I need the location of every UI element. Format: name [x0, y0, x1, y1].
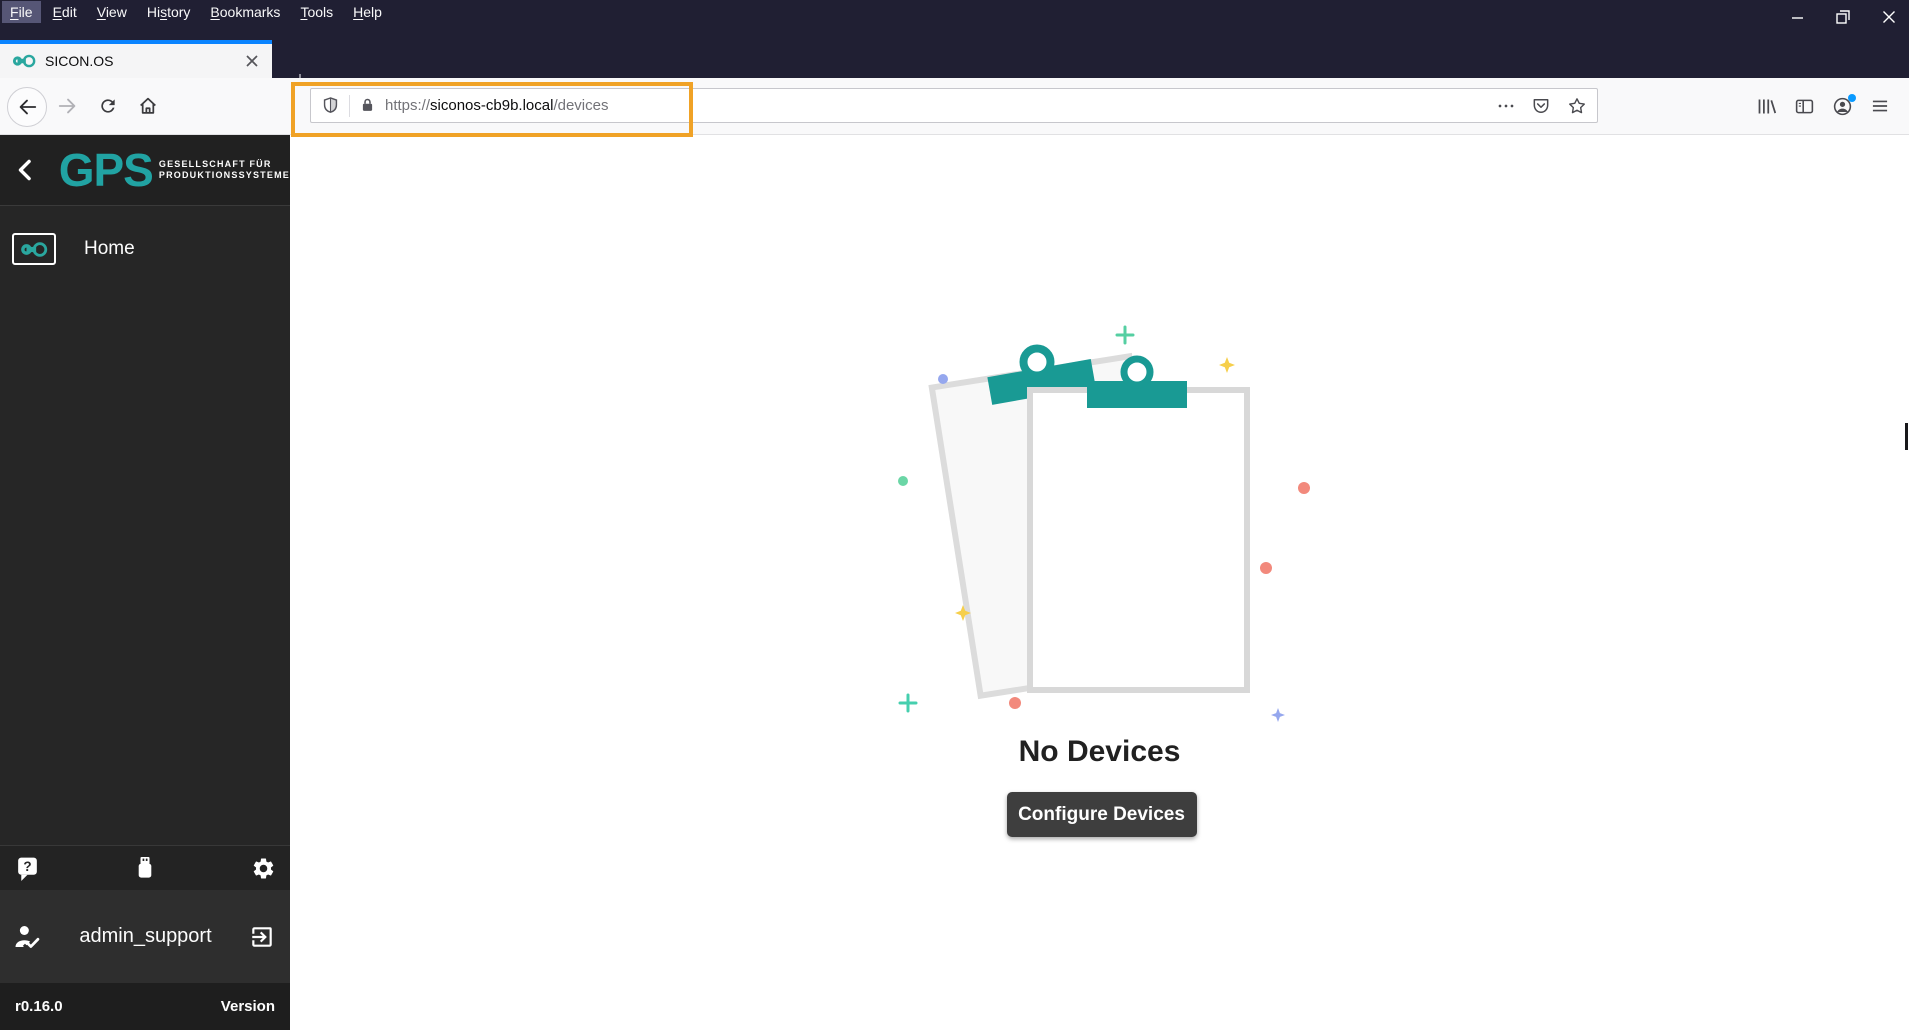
sidebar-header: GPS GESELLSCHAFT FÜR PRODUKTIONSSYSTEME: [0, 135, 290, 206]
window-minimize-button[interactable]: [1787, 6, 1807, 28]
usb-stick-icon: [138, 857, 152, 878]
main-content: No Devices Configure Devices: [290, 135, 1909, 1030]
sidebar-toggle-icon: [1795, 99, 1813, 113]
reload-button[interactable]: [89, 87, 127, 125]
url-protocol: https://: [385, 97, 431, 114]
version-value: r0.16.0: [15, 998, 63, 1015]
pocket-save-icon[interactable]: [1531, 96, 1551, 116]
gps-logo-subtitle-line1: GESELLSCHAFT FÜR: [158, 159, 272, 169]
sidebar-tools-row: ?: [0, 845, 290, 890]
page-scrollbar-thumb[interactable]: [1905, 423, 1908, 450]
back-button[interactable]: [7, 87, 47, 127]
menu-tools[interactable]: Tools: [292, 1, 341, 23]
gps-logo-subtitle-line2: PRODUKTIONSSYSTEME: [158, 170, 290, 180]
close-icon: [1883, 11, 1895, 23]
forward-arrow-icon: [58, 98, 76, 114]
tracking-protection-shield-icon: [323, 97, 338, 113]
front-clip-ring: [1120, 355, 1153, 389]
back-clip-ring: [1019, 344, 1054, 380]
sidebar-version-bar: r0.16.0 Version: [0, 983, 290, 1030]
empty-clipboards-illustration: [897, 325, 1310, 722]
menu-button[interactable]: [1861, 87, 1899, 125]
urlbar-divider: [349, 94, 350, 117]
sidebar-user-row: admin_support: [0, 890, 290, 983]
sidebar-item-home[interactable]: Home: [0, 222, 290, 276]
library-button[interactable]: [1747, 87, 1785, 125]
gps-logo-subtitle: GESELLSCHAFT FÜR PRODUKTIONSSYSTEME: [159, 159, 290, 181]
siconos-favicon: [12, 54, 36, 68]
menu-file[interactable]: File: [2, 1, 41, 23]
user-admin-icon: [15, 925, 40, 948]
settings-button[interactable]: [248, 853, 278, 883]
tab-bar: SICON.OS: [0, 24, 1909, 90]
app-sidebar: GPS GESELLSCHAFT FÜR PRODUKTIONSSYSTEME …: [0, 135, 290, 1030]
forward-button[interactable]: [49, 87, 87, 125]
front-clipboard: [1026, 355, 1250, 693]
gps-logo: GPS: [58, 144, 154, 196]
menu-view[interactable]: View: [89, 1, 135, 23]
library-icon: [1758, 99, 1776, 113]
help-button[interactable]: ?: [12, 853, 42, 883]
toolbar-right-buttons: [1747, 87, 1899, 125]
menu-history[interactable]: History: [139, 1, 199, 23]
menu-bookmarks[interactable]: Bookmarks: [202, 1, 288, 23]
hamburger-icon: [1872, 100, 1888, 112]
url-domain: siconos-cb9b.local: [430, 97, 554, 114]
home-button[interactable]: [129, 87, 167, 125]
navigation-toolbar: https://siconos-cb9b.local/devices: [0, 78, 1909, 135]
empty-state-title: No Devices: [1018, 735, 1181, 768]
help-icon: ?: [17, 857, 37, 881]
url-path: /devices: [553, 97, 609, 114]
window-close-button[interactable]: [1879, 6, 1899, 28]
menu-help[interactable]: Help: [345, 1, 390, 23]
reload-icon: [101, 99, 115, 113]
siconos-logo-glyph: [21, 241, 48, 257]
bookmark-star-icon[interactable]: [1567, 96, 1587, 116]
account-button[interactable]: [1823, 87, 1861, 125]
gear-icon: [253, 858, 273, 878]
tab-close-button[interactable]: [242, 51, 262, 71]
lock-icon: [362, 98, 373, 111]
url-bar[interactable]: https://siconos-cb9b.local/devices: [310, 88, 1598, 123]
siconos-home-icon: [12, 233, 56, 265]
svg-text:?: ?: [23, 859, 31, 874]
menubar-items: File Edit View History Bookmarks Tools Help: [2, 1, 394, 23]
close-icon: [246, 55, 258, 67]
url-actions: [1497, 96, 1587, 116]
configure-devices-button[interactable]: Configure Devices: [1006, 792, 1197, 837]
logout-button[interactable]: [248, 923, 276, 951]
collapse-sidebar-chevron-icon[interactable]: [13, 155, 39, 185]
page-actions-dots-icon[interactable]: [1497, 97, 1515, 115]
home-icon: [140, 97, 156, 114]
menu-edit[interactable]: Edit: [45, 1, 85, 23]
usb-device-button[interactable]: [130, 853, 160, 883]
url-text[interactable]: https://siconos-cb9b.local/devices: [385, 97, 1489, 114]
logged-in-username: admin_support: [79, 925, 212, 947]
tab-siconos[interactable]: SICON.OS: [0, 40, 272, 78]
logout-exit-icon: [252, 926, 272, 947]
sidebars-button[interactable]: [1785, 87, 1823, 125]
window-restore-button[interactable]: [1833, 6, 1853, 28]
version-label: Version: [220, 998, 275, 1015]
menubar: File Edit View History Bookmarks Tools Help: [0, 0, 1909, 24]
account-notification-dot: [1848, 94, 1856, 102]
restore-icon: [1836, 10, 1850, 24]
window-controls: [1787, 6, 1899, 28]
back-arrow-icon: [19, 99, 37, 115]
tab-title: SICON.OS: [45, 53, 114, 69]
minimize-icon: [1791, 16, 1803, 19]
sidebar-item-label: Home: [84, 238, 135, 259]
